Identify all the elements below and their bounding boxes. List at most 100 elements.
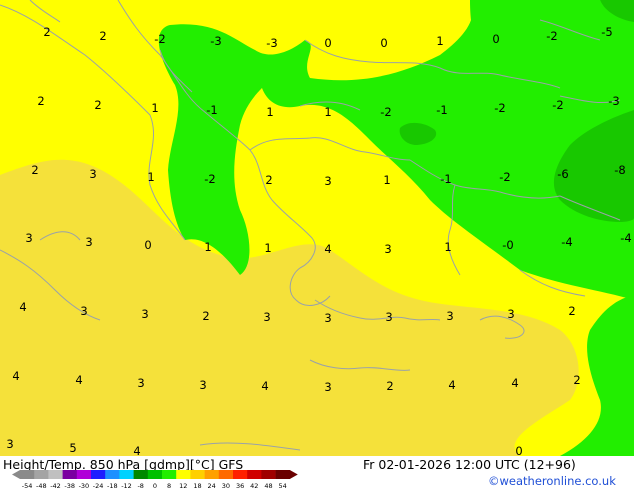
colorbar-segment: [162, 470, 177, 479]
colorbar-tick-label: -38: [64, 482, 75, 490]
temperature-label: 3: [324, 174, 331, 188]
temperature-label: 4: [448, 378, 455, 392]
colorbar-segment: [247, 470, 262, 479]
colorbar-segment: [233, 470, 248, 479]
temperature-label: 3: [263, 310, 270, 324]
temperature-label: 3: [85, 235, 92, 249]
temperature-label: 2: [37, 94, 44, 108]
colorbar-segment: [76, 470, 92, 479]
colorbar-tick-label: -24: [93, 482, 104, 490]
temperature-label: 2: [99, 29, 106, 43]
colorbar-tick-label: 42: [250, 482, 258, 490]
colorbar-segment: [119, 470, 134, 479]
colorbar-segment: [147, 470, 163, 479]
temperature-label: 4: [133, 444, 140, 456]
temperature-label: -1: [436, 103, 447, 117]
colorbar-tick-label: -30: [79, 482, 90, 490]
colorbar-tick-label: -42: [50, 482, 61, 490]
temperature-label: 0: [324, 36, 331, 50]
colorbar-tick-label: 48: [264, 482, 272, 490]
colorbar-tick-label: 12: [179, 482, 187, 490]
temperature-label: 2: [386, 379, 393, 393]
colorbar-segment: [218, 470, 234, 479]
temperature-label: 5: [69, 441, 76, 455]
temperature-label: -2: [154, 32, 165, 46]
temperature-label: 0: [380, 36, 387, 50]
colorbar-tick-label: -12: [121, 482, 132, 490]
temperature-label: 1: [147, 170, 154, 184]
temperature-label: 3: [25, 231, 32, 245]
temperature-label: 4: [511, 376, 518, 390]
temperature-label: -2: [552, 98, 563, 112]
colorbar-segment: [20, 470, 35, 479]
temperature-label: -2: [546, 29, 557, 43]
temperature-label: 3: [80, 304, 87, 318]
temperature-label: -2: [494, 101, 505, 115]
colorbar-tick-label: 36: [236, 482, 244, 490]
temperature-label: 3: [199, 378, 206, 392]
colorbar-segment: [48, 470, 63, 479]
copyright-link[interactable]: ©weatheronline.co.uk: [488, 474, 616, 488]
colorbar-segment: [105, 470, 120, 479]
temperature-label: 2: [568, 304, 575, 318]
temperature-label: 2: [94, 98, 101, 112]
colorbar-tick-label: -8: [137, 482, 143, 490]
temperature-label: -4: [561, 235, 572, 249]
temperature-label: 1: [383, 173, 390, 187]
colorbar: -54 -48 -42 -38 -30 -24 -18 -12 -8 0 8 12 18 24 30 36 42…: [12, 470, 298, 490]
temperature-label: 1: [324, 105, 331, 119]
temperature-label: 3: [446, 309, 453, 323]
colorbar-segment: [204, 470, 220, 479]
temperature-label: -1: [206, 103, 217, 117]
colorbar-tick-label: 0: [153, 482, 157, 490]
temperature-label: 1: [204, 240, 211, 254]
temperature-label: 0: [492, 32, 499, 46]
weather-map: 2 2 -2 -3 -3 0 0 1 0 -2 -5 2 2 1 -1 1 1 -2 -1 -2 -2 -3 2 3 1 -2 2 3…: [0, 0, 634, 456]
temperature-label: 3: [324, 380, 331, 394]
temperature-label: -2: [204, 172, 215, 186]
temperature-label: 4: [75, 373, 82, 387]
colorbar-segment: [62, 470, 78, 479]
temperature-label: -0: [502, 238, 513, 252]
colorbar-segment: [133, 470, 149, 479]
temperature-label: 1: [436, 34, 443, 48]
temperature-label: -5: [601, 25, 612, 39]
colorbar-tick-label: -54: [22, 482, 33, 490]
colorbar-segment: [190, 470, 205, 479]
temperature-label: 2: [31, 163, 38, 177]
temperature-label: 2: [265, 173, 272, 187]
temperature-label: -1: [440, 172, 451, 186]
temperature-label: 3: [137, 376, 144, 390]
temperature-label: 4: [12, 369, 19, 383]
colorbar-segment: [34, 470, 49, 479]
temperature-label: -8: [614, 163, 625, 177]
colorbar-tick-label: 8: [167, 482, 171, 490]
temperature-label: 3: [6, 437, 13, 451]
colorbar-tick-label: 24: [208, 482, 216, 490]
colorbar-arrow-left: [12, 470, 20, 479]
temperature-label: 3: [507, 307, 514, 321]
temperature-label: 2: [43, 25, 50, 39]
temperature-label: 1: [151, 101, 158, 115]
colorbar-tick-label: 18: [193, 482, 201, 490]
colorbar-tick-label: -48: [36, 482, 47, 490]
temperature-label: 0: [144, 238, 151, 252]
colorbar-tick-label: -18: [107, 482, 118, 490]
temperature-label: -4: [620, 231, 631, 245]
temperature-label: 3: [384, 242, 391, 256]
temperature-label: 1: [266, 105, 273, 119]
temperature-label: 4: [324, 242, 331, 256]
temperature-label: 3: [385, 310, 392, 324]
temperature-label: 0: [515, 444, 522, 456]
temperature-label: -6: [557, 167, 568, 181]
colorbar-segment: [275, 470, 291, 479]
temperature-label: -3: [266, 36, 277, 50]
valid-time: Fr 02-01-2026 12:00 UTC (12+96): [363, 457, 576, 472]
temperature-label: -3: [608, 94, 619, 108]
temperature-label: 2: [573, 373, 580, 387]
temperature-label: 1: [444, 240, 451, 254]
temperature-label: 1: [264, 241, 271, 255]
temperature-label: 2: [202, 309, 209, 323]
temperature-label: -3: [210, 34, 221, 48]
map-footer: Height/Temp. 850 hPa [gdmp][°C] GFS Fr 0…: [0, 456, 634, 490]
